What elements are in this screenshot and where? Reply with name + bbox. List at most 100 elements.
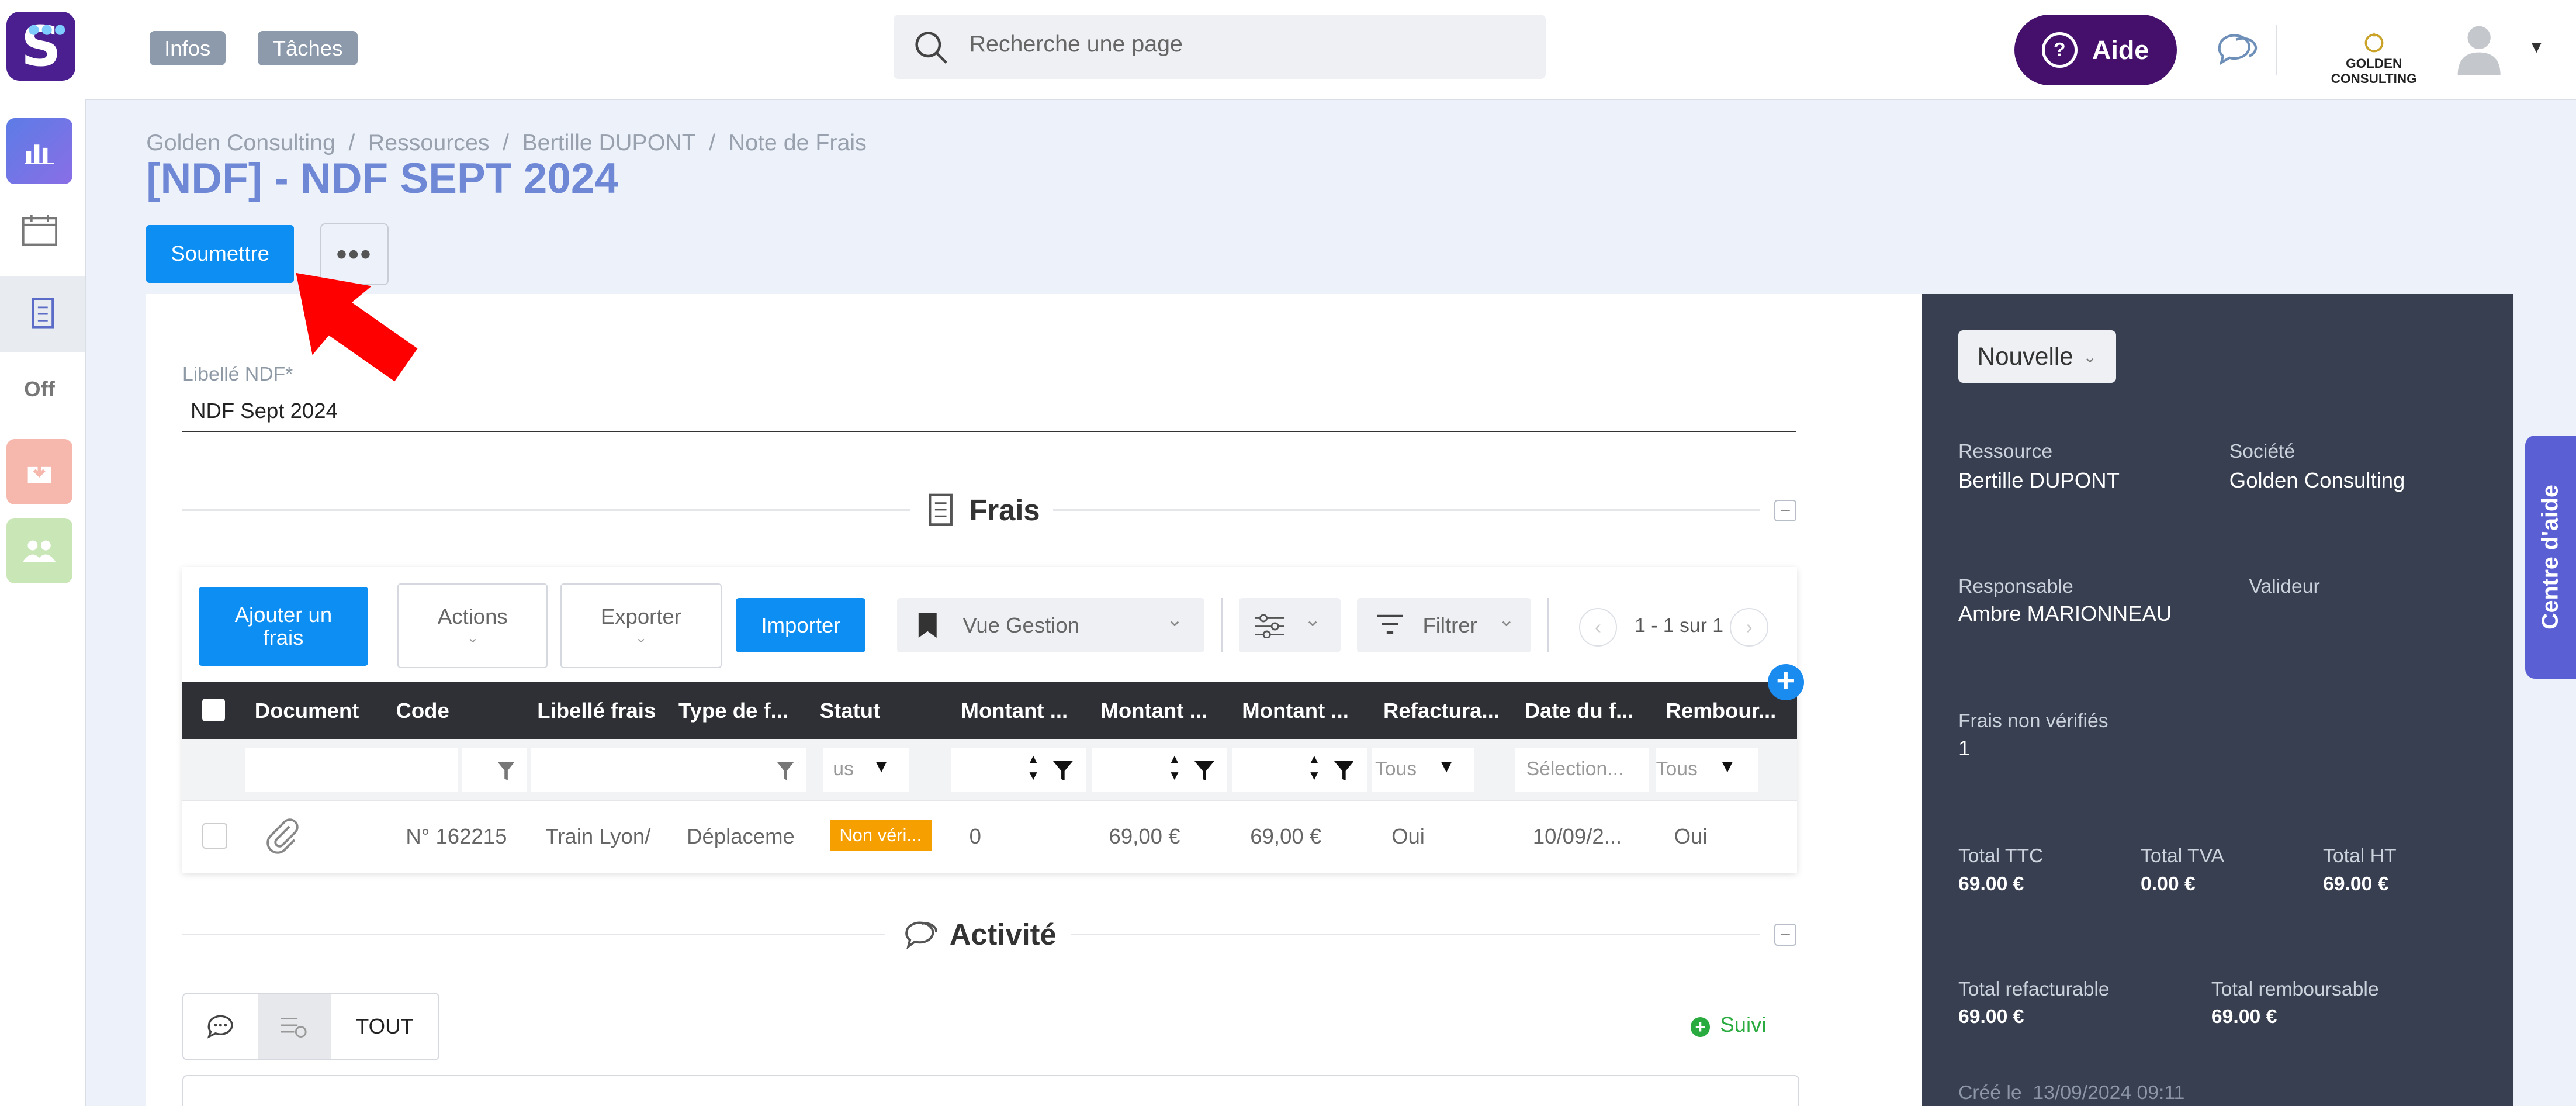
cell-remboursable: Oui xyxy=(1674,824,1708,848)
column-header[interactable]: Code xyxy=(396,682,527,739)
montant2-filter-input[interactable]: ▲ ▼ xyxy=(1092,748,1227,792)
breadcrumb-item[interactable]: Golden Consulting xyxy=(146,130,335,155)
activity-tabs: TOUT xyxy=(182,992,439,1061)
total-refacturable-label: Total refacturable xyxy=(1958,977,2110,1000)
funnel-icon xyxy=(1194,761,1214,781)
remboursable-filter-select[interactable]: Tous ▼ xyxy=(1656,748,1758,792)
add-column-button[interactable]: + xyxy=(1767,663,1804,700)
column-settings-button[interactable]: ⌄ xyxy=(1238,598,1341,653)
table-row[interactable]: N° 162215 Train Lyon/ Déplaceme Non véri… xyxy=(182,801,1798,871)
plus-circle-icon: + xyxy=(1690,1017,1711,1038)
montant3-filter-input[interactable]: ▲ ▼ xyxy=(1232,748,1367,792)
total-tva-label: Total TVA xyxy=(2140,844,2225,867)
column-header[interactable]: Montant ... xyxy=(1100,682,1232,739)
funnel-icon xyxy=(497,762,514,781)
chip-taches[interactable]: Tâches xyxy=(258,31,358,66)
tab-history[interactable] xyxy=(257,993,332,1060)
ndf-label-input[interactable]: NDF Sept 2024 xyxy=(182,391,1796,433)
export-label: Exporter xyxy=(600,604,681,629)
off-icon: Off xyxy=(24,377,55,402)
app-logo[interactable]: S ●●● xyxy=(6,11,76,81)
sidebar-item-expenses[interactable] xyxy=(0,276,86,352)
cell-montant: 0 xyxy=(969,824,981,848)
caret-down-icon: ▼ xyxy=(1718,756,1737,777)
date-filter-value: Sélection... xyxy=(1526,757,1624,780)
table-filter-row: us ▼ ▲ ▼ ▲ ▼ ▲ ▼ Tous ▼ Sélection... Tous ▼ xyxy=(182,739,1798,802)
sidebar-item-download[interactable] xyxy=(6,438,72,505)
view-selector[interactable]: Vue Gestion ⌄ xyxy=(896,598,1204,653)
tab-comments[interactable] xyxy=(183,994,258,1059)
help-center-tab[interactable]: Centre d'aide xyxy=(2525,435,2576,679)
import-button[interactable]: Importer xyxy=(736,598,866,653)
status-filter-select[interactable]: us ▼ xyxy=(823,748,909,792)
document-filter-input[interactable] xyxy=(244,748,459,792)
caret-down-icon: ▼ xyxy=(872,756,891,777)
row-checkbox[interactable] xyxy=(202,823,228,849)
sort-icon: ▲ ▼ xyxy=(1168,751,1181,783)
manager-value: Ambre MARIONNEAU xyxy=(1958,601,2172,625)
manager-label: Responsable xyxy=(1958,575,2073,597)
question-icon: ? xyxy=(2041,32,2078,68)
sidebar-item-calendar[interactable] xyxy=(6,197,72,262)
avatar[interactable] xyxy=(2454,23,2504,76)
submit-button[interactable]: Soumettre xyxy=(146,225,295,283)
next-page-icon[interactable]: › xyxy=(1730,608,1769,647)
status-dropdown[interactable]: Nouvelle ⌄ xyxy=(1958,330,2116,383)
collapse-activity-icon[interactable]: – xyxy=(1774,923,1796,946)
column-header[interactable]: Montant ... xyxy=(1242,682,1373,739)
user-menu-caret-icon[interactable]: ▼ xyxy=(2528,38,2544,57)
help-button[interactable]: ? Aide xyxy=(2014,15,2177,86)
help-label: Aide xyxy=(2092,34,2149,65)
tab-all[interactable]: TOUT xyxy=(331,994,438,1059)
logo-dots: ●●● xyxy=(28,21,68,37)
select-all-checkbox[interactable] xyxy=(202,698,226,722)
resource-value[interactable]: Bertille DUPONT xyxy=(1958,468,2120,493)
column-header[interactable]: Type de f... xyxy=(678,682,810,739)
activity-section-title: Activité xyxy=(949,917,1057,951)
activity-composer[interactable] xyxy=(182,1074,1800,1106)
sidebar-item-team[interactable] xyxy=(6,517,72,583)
bookmark-icon xyxy=(918,613,937,638)
montant1-filter-input[interactable]: ▲ ▼ xyxy=(951,748,1086,792)
filter-icon xyxy=(1376,615,1403,634)
cell-refacturable: Oui xyxy=(1391,824,1425,848)
column-header[interactable]: Libellé frais xyxy=(537,682,672,739)
chat-icon xyxy=(905,921,938,950)
prev-page-icon[interactable]: ‹ xyxy=(1578,608,1618,647)
column-header[interactable]: Statut xyxy=(820,682,951,739)
code-filter-cell[interactable] xyxy=(461,748,528,792)
column-header[interactable]: Document xyxy=(255,682,386,739)
team-icon xyxy=(23,540,56,562)
libelle-filter-input[interactable] xyxy=(531,748,807,792)
collapse-frais-icon[interactable]: – xyxy=(1774,499,1796,522)
unverified-value: 1 xyxy=(1958,736,1971,761)
company-value[interactable]: Golden Consulting xyxy=(2229,468,2405,493)
sidebar-item-dashboard[interactable] xyxy=(6,118,72,184)
column-header[interactable]: Montant ... xyxy=(961,682,1093,739)
resource-label: Ressource xyxy=(1958,440,2053,463)
chat-icon[interactable] xyxy=(2213,30,2259,69)
search-input[interactable]: Recherche une page xyxy=(970,31,1183,57)
sidebar-item-off[interactable]: Off xyxy=(6,357,72,422)
toolbar-divider xyxy=(1220,598,1223,653)
cell-code: N° 162215 xyxy=(406,824,507,848)
date-filter-input[interactable]: Sélection... xyxy=(1514,748,1650,792)
paperclip-icon[interactable] xyxy=(265,818,301,855)
breadcrumb-item[interactable]: Bertille DUPONT xyxy=(522,130,695,155)
section-divider xyxy=(1071,933,1760,935)
filter-button[interactable]: Filtrer ⌄ xyxy=(1357,598,1532,653)
refacturable-filter-select[interactable]: Tous ▼ xyxy=(1372,748,1474,792)
comment-icon xyxy=(207,1015,233,1039)
chip-infos[interactable]: Infos xyxy=(149,31,226,66)
follow-button[interactable]: + Suivi xyxy=(1690,1012,1767,1038)
add-expense-button[interactable]: Ajouter un frais xyxy=(199,586,368,666)
breadcrumb-item[interactable]: Ressources xyxy=(368,130,490,155)
column-header[interactable]: Refactura... xyxy=(1383,682,1515,739)
column-header[interactable]: Date du f... xyxy=(1525,682,1656,739)
sort-icon: ▲ ▼ xyxy=(1026,751,1040,783)
export-dropdown[interactable]: Exporter ⌄ xyxy=(560,583,722,668)
download-icon xyxy=(27,460,51,483)
table-header: Document Code Libellé frais Type de f...… xyxy=(182,682,1798,740)
ndf-label-field-label: Libellé NDF* xyxy=(182,363,293,386)
actions-dropdown[interactable]: Actions ⌄ xyxy=(397,583,548,668)
